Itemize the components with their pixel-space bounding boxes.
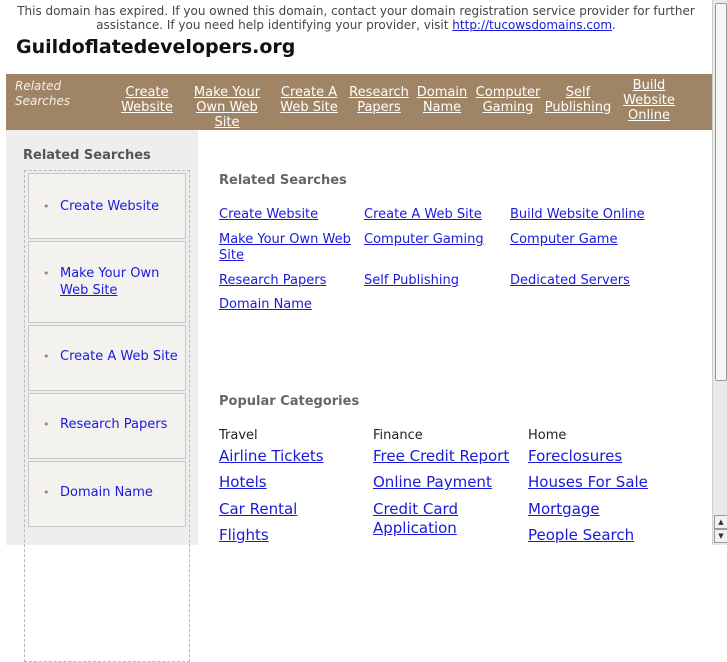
bullet-icon: • (43, 200, 50, 213)
category-link-houses-for-sale[interactable]: Houses For Sale (528, 473, 648, 492)
sidebar-item-domain-name[interactable]: • Domain Name (28, 461, 186, 527)
notice-line-1: This domain has expired. If you owned th… (17, 4, 695, 18)
site-title: Guildoflatedevelopers.org (16, 36, 296, 58)
related-searches-heading: Related Searches (219, 173, 347, 188)
bullet-icon: • (43, 418, 50, 431)
category-heading-travel: Travel (219, 428, 258, 443)
category-heading-home: Home (528, 428, 567, 443)
related-link-create-a-web-site[interactable]: Create A Web Site (364, 207, 482, 223)
related-link-make-your-own-web-site[interactable]: Make Your Own Web Site (219, 232, 351, 264)
nav-link-research-papers[interactable]: Research Papers (346, 85, 412, 115)
related-link-computer-game[interactable]: Computer Game (510, 232, 617, 248)
scroll-down-arrow-icon[interactable]: ▼ (714, 529, 727, 543)
scrollbar-thumb[interactable] (715, 3, 727, 381)
bullet-icon: • (43, 486, 50, 499)
nav-bar: Related Searches Create Website Make Your… (6, 74, 712, 130)
sidebar: Related Searches • Create Website • Make… (6, 130, 198, 662)
notice-line-2: assistance. If you need help identifying… (96, 18, 616, 32)
sidebar-item-create-a-web-site[interactable]: • Create A Web Site (28, 325, 186, 391)
category-link-foreclosures[interactable]: Foreclosures (528, 447, 622, 466)
category-link-airline-tickets[interactable]: Airline Tickets (219, 447, 324, 466)
category-link-mortgage[interactable]: Mortgage (528, 500, 600, 519)
related-link-research-papers[interactable]: Research Papers (219, 273, 326, 289)
scroll-up-arrow-icon[interactable]: ▲ (714, 515, 727, 529)
related-link-computer-gaming[interactable]: Computer Gaming (364, 232, 484, 248)
sidebar-item-label: Make Your Own Web Site (60, 266, 160, 298)
category-link-online-payment[interactable]: Online Payment (373, 473, 492, 492)
category-link-hotels[interactable]: Hotels (219, 473, 267, 492)
sidebar-item-research-papers[interactable]: • Research Papers (28, 393, 186, 459)
related-link-create-website[interactable]: Create Website (219, 207, 318, 223)
bullet-icon: • (43, 267, 50, 280)
popular-categories-heading: Popular Categories (219, 394, 360, 409)
bullet-icon: • (43, 350, 50, 363)
category-link-car-rental[interactable]: Car Rental (219, 500, 297, 519)
nav-link-domain-name[interactable]: Domain Name (414, 85, 470, 115)
category-link-people-search[interactable]: People Search (528, 526, 634, 545)
sidebar-list: • Create Website • Make Your Own Web Site… (24, 170, 190, 662)
related-link-build-website-online[interactable]: Build Website Online (510, 207, 645, 223)
nav-link-self-publishing[interactable]: Self Publishing (544, 85, 612, 115)
sidebar-title: Related Searches (23, 148, 151, 163)
category-link-credit-card-application[interactable]: Credit Card Application (373, 500, 458, 538)
expired-notice: This domain has expired. If you owned th… (0, 4, 712, 32)
nav-label: Related Searches (15, 79, 71, 108)
category-heading-finance: Finance (373, 428, 423, 443)
nav-link-create-a-web-site[interactable]: Create A Web Site (278, 85, 340, 115)
category-link-free-credit-report[interactable]: Free Credit Report (373, 447, 509, 466)
sidebar-item-label: Create Website (60, 199, 160, 214)
sidebar-item-label: Domain Name (60, 485, 153, 500)
sidebar-item-label: Research Papers (60, 417, 168, 432)
tucows-link[interactable]: http://tucowsdomains.com (452, 18, 612, 32)
sidebar-item-label: Create A Web Site (60, 349, 178, 364)
nav-link-computer-gaming[interactable]: Computer Gaming (474, 85, 542, 115)
category-link-flights[interactable]: Flights (219, 526, 269, 545)
related-link-self-publishing[interactable]: Self Publishing (364, 273, 459, 289)
nav-link-build-website-online[interactable]: Build Website Online (618, 78, 680, 123)
related-link-domain-name[interactable]: Domain Name (219, 297, 312, 313)
vertical-scrollbar[interactable]: ▲ ▼ (712, 0, 727, 545)
related-link-dedicated-servers[interactable]: Dedicated Servers (510, 273, 630, 289)
nav-link-make-your-own-web-site[interactable]: Make Your Own Web Site (182, 85, 272, 130)
sidebar-item-make-your-own-web-site[interactable]: • Make Your Own Web Site (28, 241, 186, 323)
nav-link-create-website[interactable]: Create Website (114, 85, 180, 115)
sidebar-item-create-website[interactable]: • Create Website (28, 173, 186, 239)
